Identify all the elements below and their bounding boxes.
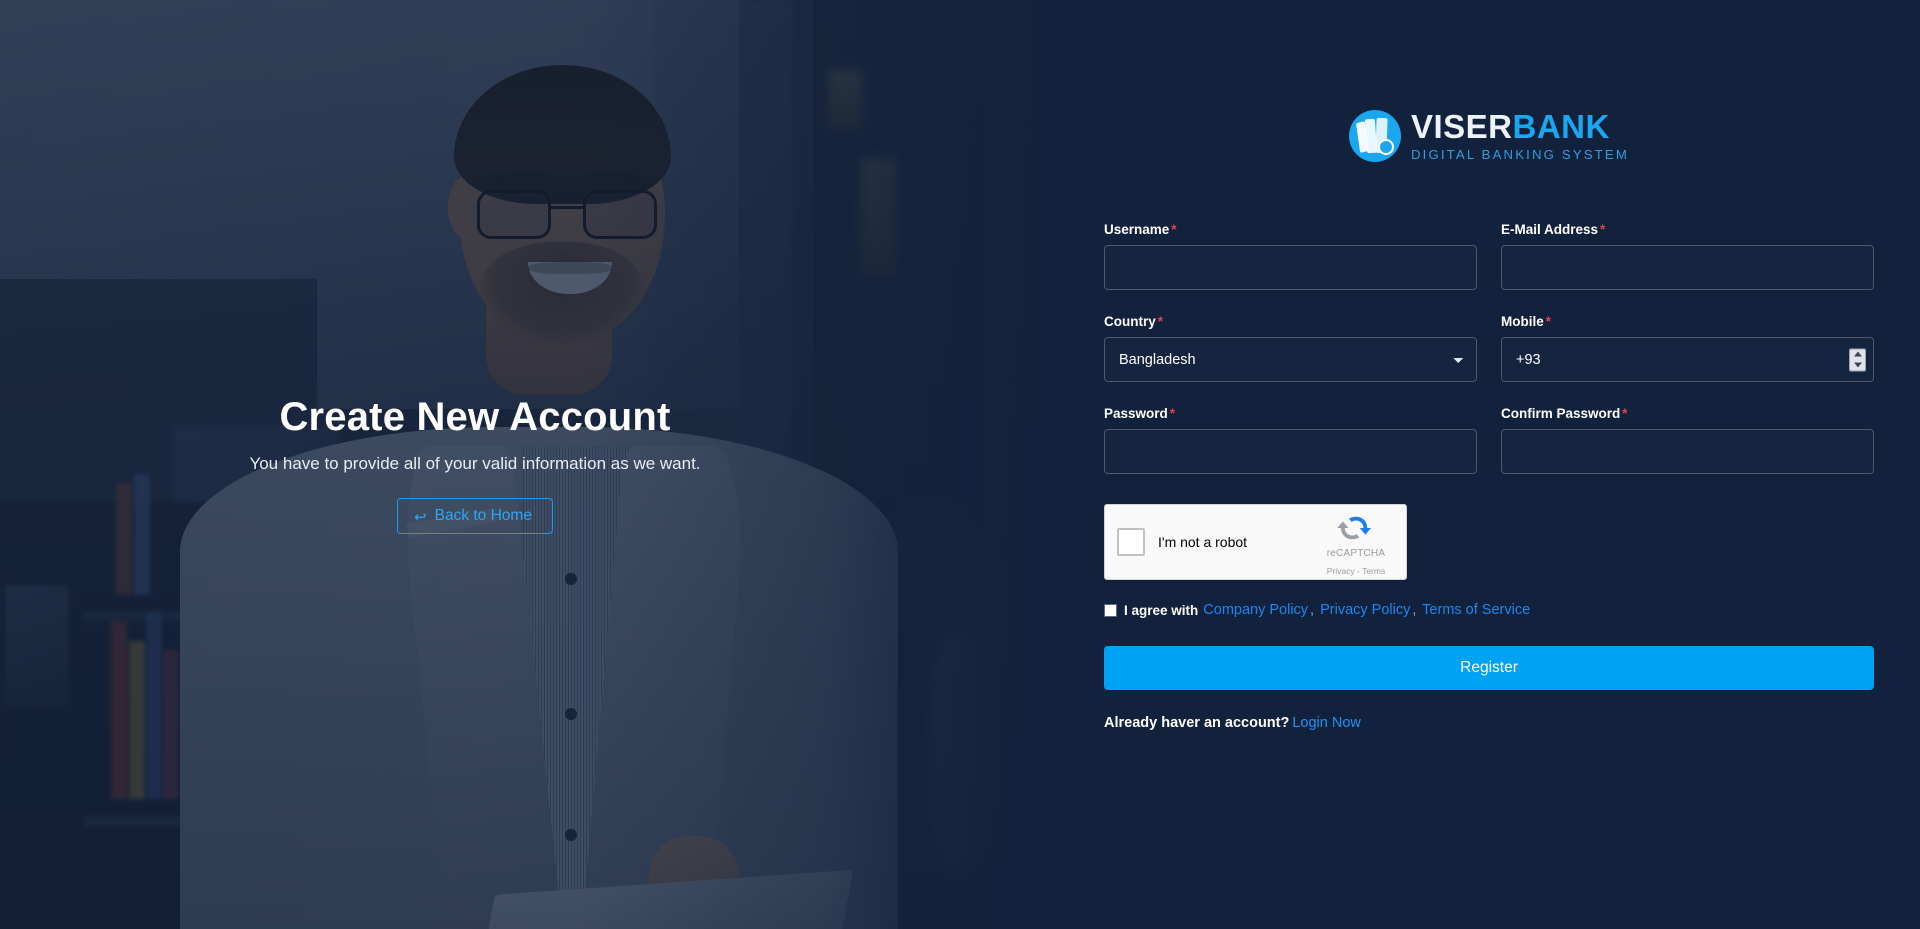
stepper-down-icon[interactable] (1853, 362, 1862, 368)
label-country: Country * (1104, 314, 1164, 329)
viserbank-logo-icon (1348, 110, 1401, 162)
required-marker: * (1545, 314, 1552, 329)
login-prompt-text: Already haver an account? (1104, 715, 1290, 731)
privacy-policy-link[interactable]: Privacy Policy (1320, 602, 1410, 618)
login-prompt-row: Already haver an account? Login Now (1104, 715, 1874, 731)
required-marker: * (1157, 314, 1164, 329)
recaptcha-widget[interactable]: I'm not a robot reCAPTCHA Privacy - Term… (1104, 504, 1407, 580)
label-username: Username * (1104, 222, 1177, 237)
back-to-home-button[interactable]: ↩ Back to Home (397, 498, 553, 534)
logo-wordmark: VISERBANK (1411, 110, 1629, 143)
required-marker: * (1622, 406, 1628, 421)
agreement-row: I agree with Company Policy, Privacy Pol… (1104, 602, 1874, 618)
form-fields-grid: Username * E-Mail Address * Country * Ba… (1104, 222, 1874, 474)
page-subtitle: You have to provide all of your valid in… (249, 454, 701, 474)
terms-of-service-link[interactable]: Terms of Service (1422, 602, 1530, 618)
recaptcha-logo-icon (1337, 516, 1371, 540)
recaptcha-row: I'm not a robot reCAPTCHA Privacy - Term… (1104, 504, 1874, 580)
required-marker: * (1169, 406, 1176, 421)
required-marker: * (1600, 222, 1606, 237)
email-input[interactable] (1501, 245, 1874, 290)
field-username: Username * (1104, 222, 1477, 290)
confirm-password-input[interactable] (1501, 429, 1874, 474)
registration-form-panel: VISERBANK DIGITAL BANKING SYSTEM Usernam… (1056, 0, 1920, 929)
label-mobile: Mobile * (1501, 314, 1552, 329)
field-confirm-password: Confirm Password * (1501, 406, 1874, 474)
recaptcha-branding: reCAPTCHA Privacy - Terms (1317, 513, 1395, 579)
hero-content: Create New Account You have to provide a… (0, 0, 950, 929)
hero-image-panel: Create New Account You have to provide a… (0, 0, 1056, 929)
country-select[interactable]: Bangladesh (1104, 337, 1477, 382)
recaptcha-terms-link[interactable]: Terms (1362, 566, 1385, 576)
page-title: Create New Account (279, 395, 671, 440)
register-button[interactable]: Register (1104, 646, 1874, 690)
arrow-left-icon: ↩ (414, 508, 427, 526)
agreement-links: Company Policy, Privacy Policy, Terms of… (1203, 602, 1530, 618)
recaptcha-brand-name: reCAPTCHA (1326, 548, 1386, 559)
required-marker: * (1171, 222, 1177, 237)
username-input[interactable] (1104, 245, 1477, 290)
agreement-separator: , (1310, 602, 1315, 618)
recaptcha-separator: - (1357, 566, 1360, 576)
field-mobile: Mobile * (1501, 314, 1874, 382)
logo-word-viser: VISER (1410, 108, 1513, 146)
recaptcha-label: I'm not a robot (1158, 534, 1248, 550)
logo-word-bank: BANK (1512, 108, 1610, 146)
label-confirm-password: Confirm Password * (1501, 406, 1628, 421)
number-stepper[interactable] (1849, 348, 1866, 371)
field-country: Country * Bangladesh (1104, 314, 1477, 382)
registration-page: Create New Account You have to provide a… (0, 0, 1920, 929)
stepper-up-icon[interactable] (1853, 351, 1862, 357)
recaptcha-privacy-link[interactable]: Privacy (1327, 566, 1355, 576)
field-password: Password * (1104, 406, 1477, 474)
recaptcha-checkbox[interactable] (1117, 528, 1145, 556)
agreement-checkbox[interactable] (1104, 603, 1117, 617)
brand-logo: VISERBANK DIGITAL BANKING SYSTEM (1104, 110, 1874, 162)
back-to-home-label: Back to Home (434, 507, 532, 525)
mobile-input[interactable] (1501, 337, 1874, 382)
password-input[interactable] (1104, 429, 1477, 474)
recaptcha-legal-links[interactable]: Privacy - Terms (1327, 566, 1385, 576)
logo-tagline: DIGITAL BANKING SYSTEM (1410, 147, 1630, 163)
field-email: E-Mail Address * (1501, 222, 1874, 290)
company-policy-link[interactable]: Company Policy (1203, 602, 1308, 618)
agreement-separator: , (1412, 602, 1417, 618)
agreement-prefix: I agree with (1124, 602, 1199, 618)
label-email: E-Mail Address * (1501, 222, 1606, 237)
label-password: Password * (1104, 406, 1176, 421)
login-now-link[interactable]: Login Now (1292, 715, 1361, 731)
